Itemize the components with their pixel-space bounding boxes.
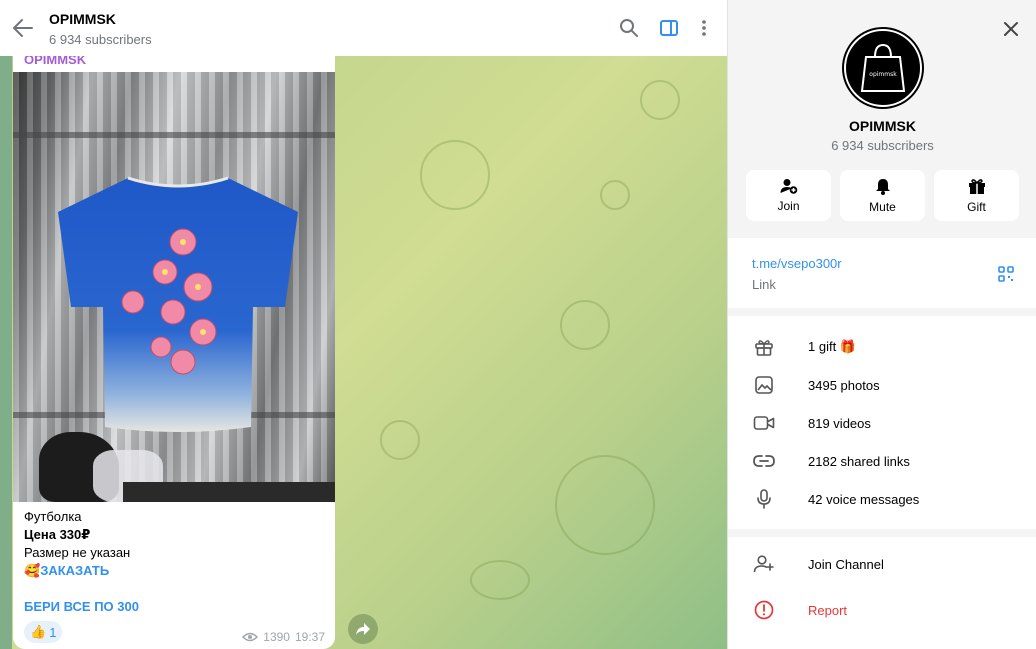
background-doodle [470,560,530,600]
gift-button[interactable]: Gift [934,170,1019,221]
reaction-emoji: 👍 [30,624,47,639]
channel-subscribers: 6 934 subscribers [831,138,934,153]
eye-icon [242,632,259,642]
message-meta: 1390 19:37 [242,630,325,644]
background-doodle [600,180,630,210]
mute-button-label: Mute [869,199,896,214]
media-row-gifts[interactable]: 1 gift 🎁 [728,328,1036,366]
gift-icon [753,336,775,358]
channel-link[interactable]: t.me/vsepo300r [752,256,842,271]
media-label: 819 videos [808,415,871,431]
order-emoji: 🥰 [24,563,41,578]
media-label: 2182 shared links [808,453,910,469]
forward-arrow-icon [356,623,370,635]
media-row-photos[interactable]: 3495 photos [728,366,1036,404]
bell-icon [875,178,890,195]
promo-link[interactable]: БЕРИ ВСЕ ПО 300 [24,599,139,614]
more-menu-icon[interactable] [694,18,714,38]
photo-icon [753,374,775,396]
report-row[interactable]: Report [728,591,1036,629]
media-label: 3495 photos [808,377,880,393]
message-bubble[interactable]: OPIMMSK Футболка Цена 330₽ Размер не ука… [13,52,335,649]
back-arrow-icon[interactable] [12,18,34,38]
microphone-icon [753,488,775,510]
avatar-logo-text: opimmsk [869,71,897,78]
video-icon [753,412,775,434]
chat-header: OPIMMSK 6 934 subscribers [0,0,727,56]
add-user-icon [780,179,797,194]
sidebar-toggle-icon[interactable] [659,18,679,38]
media-row-voice[interactable]: 42 voice messages [728,480,1036,518]
photo-background [123,482,335,502]
message-line: Футболка [24,509,82,524]
background-doodle [640,80,680,120]
background-doodle [380,420,420,460]
media-label: 1 gift 🎁 [808,339,856,354]
gift-icon [968,178,985,194]
message-price: Цена 330₽ [24,527,91,542]
channel-avatar[interactable]: opimmsk [844,29,922,107]
close-icon[interactable] [1002,20,1020,38]
reaction-count: 1 [49,624,57,640]
search-icon[interactable] [619,18,639,38]
background-doodle [420,140,490,210]
background-doodle [555,455,655,555]
mute-button[interactable]: Mute [840,170,925,221]
tshirt-illustration [58,176,298,432]
chat-list-edge [0,56,12,649]
photo-background [13,132,335,138]
chat-subscribers: 6 934 subscribers [49,32,152,47]
join-channel-row[interactable]: Join Channel [728,545,1036,583]
media-row-links[interactable]: 2182 shared links [728,442,1036,480]
link-icon [753,450,775,472]
chat-area: OPIMMSK 6 934 subscribers OPIMMSK Футбол… [0,0,727,649]
join-button-label: Join [777,199,800,213]
report-label: Report [808,602,848,618]
warning-icon [753,599,775,621]
reaction-chip[interactable]: 👍 1 [24,621,63,643]
message-time: 19:37 [294,630,325,644]
add-user-icon [753,553,775,575]
chat-title[interactable]: OPIMMSK [49,11,116,27]
media-label: 42 voice messages [808,491,920,507]
background-doodle [560,300,610,350]
order-link[interactable]: 🥰ЗАКАЗАТЬ [24,563,109,579]
shopping-bag-logo: opimmsk [860,43,906,92]
channel-info-panel: opimmsk OPIMMSK 6 934 subscribers Join M… [727,0,1036,649]
view-count: 1390 [263,630,290,644]
message-line: Размер не указан [24,545,131,560]
message-photo[interactable] [13,72,335,502]
gift-button-label: Gift [967,199,986,214]
join-channel-label: Join Channel [808,556,884,572]
channel-name: OPIMMSK [849,118,916,134]
channel-link-label: Link [752,277,776,292]
media-row-videos[interactable]: 819 videos [728,404,1036,442]
qr-code-icon[interactable] [998,266,1014,282]
forward-button[interactable] [348,614,378,644]
order-link-label[interactable]: ЗАКАЗАТЬ [40,563,109,578]
join-button[interactable]: Join [746,170,831,221]
link-section [728,238,1036,308]
